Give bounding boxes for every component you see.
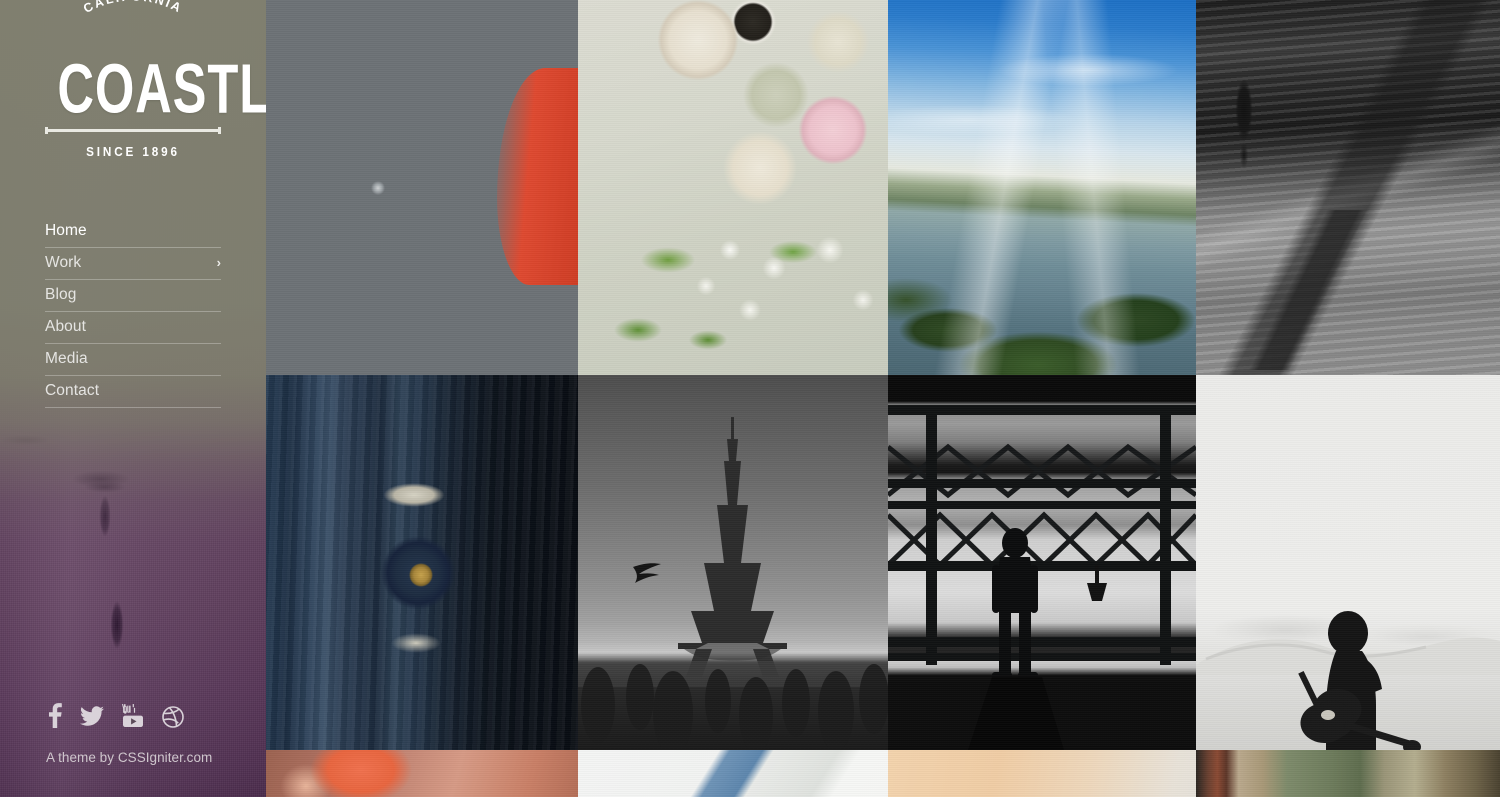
tile-blue-diagonal[interactable] (578, 750, 888, 797)
nav-label-home: Home (45, 222, 87, 240)
dribbble-icon[interactable] (162, 706, 184, 728)
theme-credit[interactable]: A theme by CSSIgniter.com (45, 750, 221, 765)
nav-item-contact[interactable]: Contact (45, 376, 221, 409)
nav-item-about[interactable]: About (45, 312, 221, 345)
nav-item-blog[interactable]: Blog (45, 280, 221, 313)
nav-label-work: Work (45, 254, 82, 272)
nav-label-about: About (45, 318, 87, 336)
facebook-icon[interactable] (47, 703, 62, 728)
tile-desert-guitarist[interactable] (1196, 375, 1500, 750)
tile-airport-terminal[interactable] (888, 375, 1196, 750)
gallery-grid (266, 0, 1500, 797)
nav-item-home[interactable]: Home (45, 216, 221, 249)
logo-divider-rule (45, 126, 221, 135)
nav-label-media: Media (45, 350, 88, 368)
nav-item-work[interactable]: Work › (45, 248, 221, 281)
tile-macarons[interactable] (578, 0, 888, 375)
page-root: CALIFORNIA COASTLINE SINCE 1896 Home (0, 0, 1500, 797)
tile-drugstore-street[interactable] (1196, 750, 1500, 797)
social-links (45, 703, 221, 728)
tile-city-street[interactable] (1196, 0, 1500, 375)
site-logo[interactable]: CALIFORNIA COASTLINE SINCE 1896 (45, 0, 266, 160)
nav-label-contact: Contact (45, 382, 100, 400)
twitter-icon[interactable] (80, 706, 104, 728)
logo-arc-label: CALIFORNIA (81, 0, 183, 16)
tile-sand-gradient[interactable] (888, 750, 1196, 797)
tile-peach-abstract[interactable] (266, 750, 578, 797)
main-navigation: Home Work › Blog About Media Contact (45, 216, 221, 409)
chevron-right-icon-work[interactable]: › (217, 256, 221, 271)
youtube-icon[interactable] (122, 704, 144, 728)
svg-text:CALIFORNIA: CALIFORNIA (81, 0, 185, 16)
nav-item-media[interactable]: Media (45, 344, 221, 377)
tile-eiffel-tower[interactable] (578, 375, 888, 750)
logo-main-title: COASTLINE (57, 49, 266, 128)
tile-coastline[interactable] (888, 0, 1196, 375)
nav-label-blog: Blog (45, 286, 77, 304)
logo-since-label: SINCE 1896 (86, 144, 180, 160)
tile-classic-car[interactable] (266, 0, 578, 375)
sidebar: CALIFORNIA COASTLINE SINCE 1896 Home (0, 0, 266, 797)
tile-door-bell[interactable] (266, 375, 578, 750)
